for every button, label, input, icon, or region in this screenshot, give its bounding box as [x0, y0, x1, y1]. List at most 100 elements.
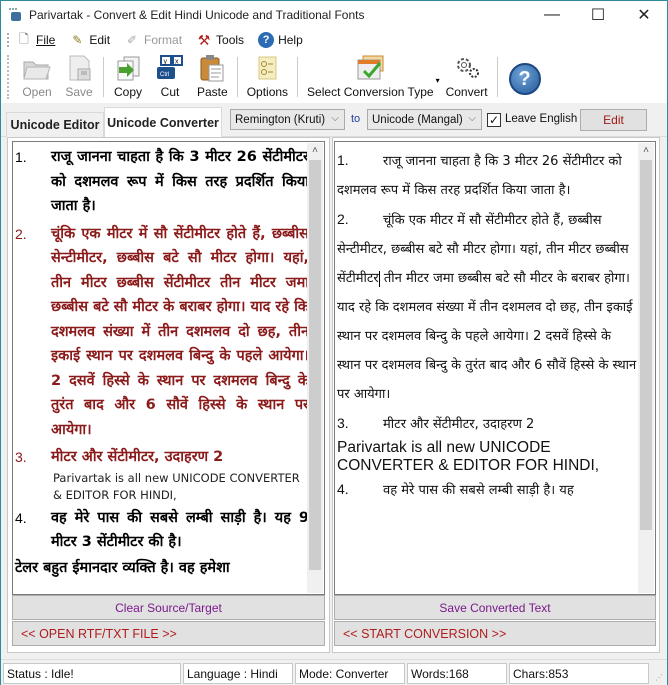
options-label: Options	[246, 85, 289, 99]
paragraph-number: 1.	[337, 152, 349, 168]
cut-ctrl-x-icon: y x Ctrl	[155, 54, 185, 82]
target-scrollbar[interactable]: ˄	[638, 143, 654, 593]
window-title: Parivartak - Convert & Edit Hindi Unicod…	[29, 8, 365, 22]
paste-clipboard-icon	[197, 54, 227, 82]
target-text-editor[interactable]: 1. राजू जानना चाहता है कि 3 मीटर 26 सेंटी…	[334, 141, 656, 595]
toolbar-grip[interactable]	[7, 55, 10, 99]
word-count: Words:168	[407, 663, 507, 684]
select-conversion-type-label: Select Conversion Type	[307, 85, 434, 99]
copy-button[interactable]: Copy	[107, 53, 149, 103]
options-icon	[252, 54, 282, 82]
source-paragraph: 4. वह मेरे पास की सबसे लम्बी साड़ी है। य…	[13, 506, 324, 555]
paragraph-number: 2.	[337, 211, 349, 227]
help-button[interactable]: ?	[508, 63, 541, 95]
menu-format[interactable]: ✐ Format	[124, 32, 182, 48]
copy-icon	[113, 54, 143, 82]
menu-help[interactable]: ? Help	[258, 32, 303, 48]
char-count: Chars:853	[509, 663, 649, 684]
scroll-thumb[interactable]	[640, 160, 652, 530]
menu-edit-label: Edit	[89, 33, 111, 47]
menu-format-label: Format	[144, 33, 183, 47]
target-paragraph: 2. चूंकि एक मीटर में सौ सेंटीमीटर होते है…	[335, 205, 637, 409]
paragraph-number: 3.	[15, 449, 27, 465]
scroll-up-arrow-icon[interactable]: ˄	[307, 143, 323, 159]
source-tail-text: टेलर बहुत ईमानदार व्यक्ति है। वह हमेशा	[15, 559, 230, 576]
toolbar-separator	[103, 57, 104, 97]
convert-button[interactable]: Convert	[440, 53, 494, 103]
cut-label: Cut	[160, 85, 180, 99]
paragraph-number: 4.	[337, 481, 349, 497]
save-button[interactable]: Save	[58, 53, 100, 103]
paste-button[interactable]: Paste	[191, 53, 234, 103]
maximize-button[interactable]: ☐	[575, 1, 621, 29]
open-folder-icon	[22, 54, 52, 82]
pencil-icon: ✎	[72, 33, 83, 47]
paragraph-text: राजू जानना चाहता है कि 3 मीटर 26 सेंटीमी…	[51, 149, 309, 214]
clear-source-target-button[interactable]: Clear Source/Target	[12, 595, 325, 620]
menu-help-label: Help	[278, 33, 303, 47]
paragraph-number: 2.	[15, 225, 27, 242]
menu-edit[interactable]: ✎ Edit	[69, 32, 110, 48]
target-font-value: Unicode (Mangal)	[372, 113, 463, 126]
tab-unicode-editor[interactable]: Unicode Editor	[6, 112, 104, 137]
save-converted-text-button[interactable]: Save Converted Text	[334, 595, 656, 620]
paragraph-text: वह मेरे पास की सबसे लम्बी साड़ी है। यह	[383, 483, 574, 498]
status-text: Status : Idle!	[3, 663, 181, 684]
paragraph-text: वह मेरे पास की सबसे लम्बी साड़ी है। यह 9…	[51, 509, 309, 551]
paragraph-number: 1.	[15, 149, 27, 165]
menu-tools-label: Tools	[216, 33, 245, 47]
source-paragraph: 1. राजू जानना चाहता है कि 3 मीटर 26 सेंट…	[13, 145, 324, 219]
menu-file[interactable]: 🗋 File	[16, 32, 55, 48]
toolbar-separator	[496, 57, 498, 97]
menu-bar: 🗋 File ✎ Edit ✐ Format ⚒ Tools ? Help	[1, 29, 667, 51]
app-icon	[9, 8, 23, 22]
close-button[interactable]: ✕	[621, 1, 667, 29]
start-conversion-button[interactable]: << START CONVERSION >>	[334, 621, 656, 646]
toolbar-separator	[297, 57, 299, 97]
save-label: Save	[65, 85, 93, 99]
paragraph-text: मीटर और सेंटीमीटर, उदाहरण 2	[51, 449, 224, 465]
minimize-button[interactable]: —	[529, 1, 575, 29]
conversion-check-icon	[355, 54, 385, 82]
select-conversion-type-button[interactable]: Select Conversion Type	[301, 53, 440, 103]
leave-english-checkbox[interactable]: ✓	[487, 113, 501, 127]
chevron-down-icon: ⌵	[331, 113, 339, 124]
paragraph-number: 3.	[337, 415, 349, 431]
target-paragraph: 1. राजू जानना चाहता है कि 3 मीटर 26 सेंटी…	[335, 146, 637, 205]
paragraph-text: चूंकि एक मीटर में सौ सेंटीमीटर होते हैं,…	[51, 225, 309, 438]
options-button[interactable]: Options	[241, 53, 294, 103]
file-icon: 🗋	[19, 31, 29, 46]
status-bar: Status : Idle! Language : Hindi Mode: Co…	[1, 659, 667, 685]
cut-button[interactable]: y x Ctrl Cut	[149, 53, 191, 103]
tab-unicode-converter[interactable]: Unicode Converter	[104, 107, 222, 137]
to-label: to	[351, 113, 361, 125]
open-rtf-txt-file-button[interactable]: << OPEN RTF/TXT FILE >>	[12, 621, 325, 646]
target-font-select[interactable]: Unicode (Mangal) ⌵	[367, 109, 482, 130]
chevron-down-icon: ⌵	[468, 113, 476, 124]
scroll-up-arrow-icon[interactable]: ˄	[638, 143, 654, 159]
source-text-editor[interactable]: 1. राजू जानना चाहता है कि 3 मीटर 26 सेंट…	[12, 141, 325, 595]
resize-grip-icon[interactable]: ⋰	[655, 673, 665, 683]
title-bar: Parivartak - Convert & Edit Hindi Unicod…	[1, 1, 667, 29]
target-english-text: Parivartak is all new UNICODE CONVERTER …	[337, 439, 600, 474]
menu-tools[interactable]: ⚒ Tools	[196, 32, 244, 48]
source-paragraph: 3. मीटर और सेंटीमीटर, उदाहरण 2	[13, 445, 324, 470]
scroll-thumb[interactable]	[309, 160, 321, 570]
source-paragraph: 2. चूंकि एक मीटर में सौ सेंटीमीटर होते ह…	[13, 222, 324, 443]
source-font-select[interactable]: Remington (Kruti) ⌵	[230, 109, 345, 130]
language-status: Language : Hindi	[183, 663, 293, 684]
source-scrollbar[interactable]: ˄	[307, 143, 323, 593]
tools-icon: ⚒	[197, 31, 211, 48]
source-font-value: Remington (Kruti)	[235, 113, 326, 126]
menu-grip[interactable]	[7, 33, 10, 47]
open-button[interactable]: Open	[16, 53, 58, 103]
toolbar: Open Save Copy y x Ctrl Cut Paste Option…	[1, 51, 667, 103]
edit-button[interactable]: Edit	[580, 109, 647, 131]
paragraph-text: तीन मीटर जमा छब्बीस बटे सौ मीटर के बराबर…	[337, 271, 637, 402]
convert-label: Convert	[445, 85, 488, 99]
format-brush-icon: ✐	[127, 33, 138, 47]
help-icon: ?	[258, 32, 275, 48]
svg-text:Ctrl: Ctrl	[160, 72, 169, 78]
menu-file-label: File	[36, 33, 56, 47]
mode-status: Mode: Converter	[295, 663, 405, 684]
